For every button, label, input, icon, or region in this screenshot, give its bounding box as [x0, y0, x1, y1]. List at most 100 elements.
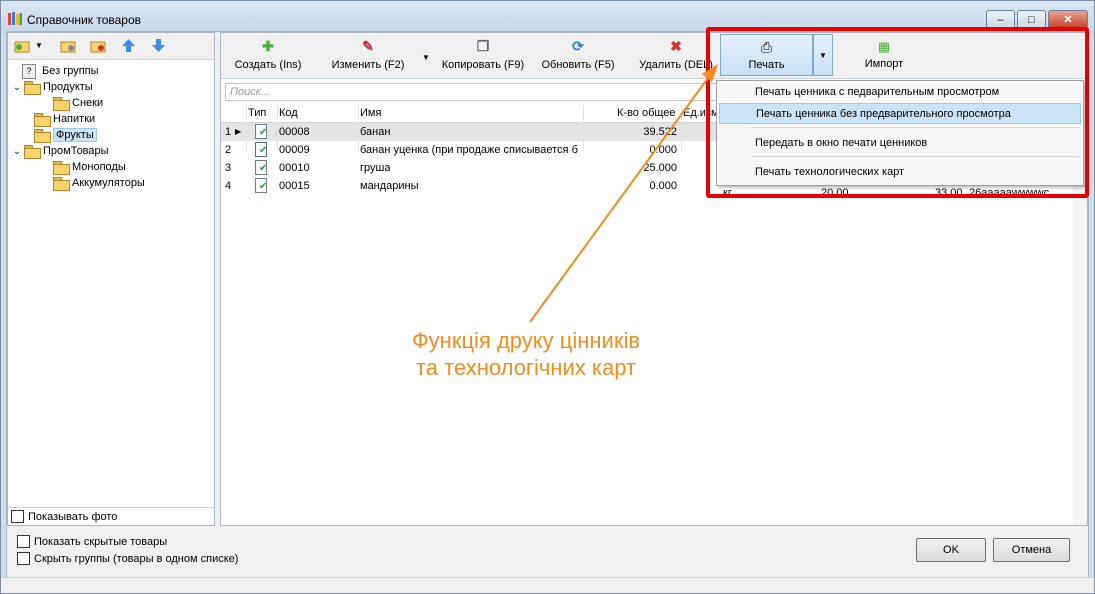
tree-item-batteries[interactable]: Аккумуляторы	[53, 175, 145, 191]
tree-item-label: Продукты	[43, 81, 93, 93]
annotation-line1: Функція друку цінників	[411, 328, 641, 353]
edit-button[interactable]: ✎ Изменить (F2)	[327, 37, 409, 77]
edit-dropdown-icon[interactable]: ▼	[422, 53, 430, 62]
chevron-down-icon[interactable]: ▼	[35, 41, 43, 50]
tree-item-products[interactable]: ⌄ Продукты	[12, 79, 93, 95]
scale-doc-icon	[255, 142, 267, 157]
annotation-text: Функція друку цінників та технологічних …	[376, 327, 676, 381]
cell-name: мандарины	[360, 180, 419, 192]
checkbox-box[interactable]	[11, 510, 24, 523]
ok-button[interactable]: OK	[916, 538, 986, 562]
tree-item-label: ПромТовары	[43, 145, 109, 157]
close-icon: ✕	[1063, 14, 1073, 26]
header-code[interactable]: Код	[279, 107, 298, 119]
delete-folder-icon[interactable]	[90, 38, 107, 53]
tree-item-no-group[interactable]: ? Без группы	[22, 63, 99, 79]
checkbox-box[interactable]	[17, 535, 30, 548]
tree-item-promtovary[interactable]: ⌄ ПромТовары	[12, 143, 109, 159]
cell-name: банан	[360, 126, 391, 138]
tree-item-label: Моноподы	[72, 161, 126, 173]
checkbox-box[interactable]	[17, 552, 30, 565]
create-label: Создать (Ins)	[234, 59, 302, 71]
folder-icon	[53, 161, 70, 175]
column-divider	[277, 105, 278, 151]
tree-item-fruits[interactable]: Фрукты	[34, 127, 97, 143]
tree-item-monopods[interactable]: Моноподы	[53, 159, 126, 175]
annotation-line2: та технологічних карт	[415, 355, 637, 380]
cell-code: 00010	[279, 162, 310, 174]
tree-item-label: Без группы	[42, 65, 99, 77]
column-divider	[583, 105, 584, 151]
window-title: Справочник товаров	[27, 13, 141, 27]
cell-name: груша	[360, 162, 391, 174]
row-number: 2	[225, 144, 232, 156]
maximize-icon: □	[1028, 13, 1035, 26]
refresh-label: Обновить (F5)	[541, 59, 615, 71]
copy-label: Копировать (F9)	[441, 59, 525, 71]
tree-item-label: Напитки	[53, 113, 96, 125]
cancel-button[interactable]: Отмена	[993, 538, 1070, 562]
groups-panel: ▼ ? Без группы ⌄ Продукты Снеки Напитки …	[7, 32, 215, 526]
row-number: 4	[225, 180, 232, 192]
product-doc-icon	[255, 160, 267, 175]
header-name[interactable]: Имя	[360, 107, 381, 119]
refresh-button[interactable]: ⟳ Обновить (F5)	[537, 37, 619, 77]
books-app-icon	[8, 12, 22, 25]
question-doc-icon: ?	[22, 63, 36, 79]
cell-code: 00015	[279, 180, 310, 192]
row-pointer-icon: ▶	[235, 127, 242, 136]
row-number: 1	[225, 126, 232, 138]
expand-icon[interactable]: ⌄	[12, 146, 22, 157]
show-photo-checkbox[interactable]: Показывать фото	[8, 507, 214, 525]
hide-groups-checkbox[interactable]: Скрыть группы (товары в одном списке)	[17, 552, 238, 565]
cell-qty: 39.522	[643, 126, 677, 138]
tree-item-drinks[interactable]: Напитки	[34, 111, 95, 127]
create-button[interactable]: ✚ Создать (Ins)	[227, 37, 309, 77]
header-type[interactable]: Тип	[248, 107, 266, 119]
add-folder-icon[interactable]	[14, 38, 31, 53]
tree-item-label-selected: Фрукты	[53, 128, 97, 142]
hide-groups-label: Скрыть группы (товары в одном списке)	[34, 552, 239, 565]
product-doc-icon	[255, 124, 267, 139]
tree-item-label: Снеки	[72, 97, 104, 109]
expand-icon[interactable]: ⌄	[12, 82, 22, 93]
cell-qty: 0.000	[649, 180, 677, 192]
product-doc-icon	[255, 178, 267, 193]
delete-x-icon: ✖	[670, 37, 682, 54]
column-divider	[246, 105, 247, 151]
search-input[interactable]: Поиск...	[225, 83, 725, 101]
plus-icon: ✚	[262, 37, 274, 54]
copy-button[interactable]: ❐ Копировать (F9)	[435, 37, 531, 77]
folder-icon	[34, 113, 51, 127]
status-bar	[1, 577, 1094, 593]
cell-name: банан уценка (при продаже списывается б	[360, 144, 578, 156]
folder-icon	[24, 145, 41, 159]
tree-item-label: Аккумуляторы	[72, 177, 145, 189]
column-divider	[681, 105, 682, 151]
cell-qty: 0.000	[649, 144, 677, 156]
tree-item-snacks[interactable]: Снеки	[53, 95, 103, 111]
pencil-icon: ✎	[362, 37, 374, 54]
show-photo-label: Показывать фото	[28, 510, 118, 523]
show-hidden-label: Показать скрытые товары	[34, 535, 168, 548]
header-qty[interactable]: К-во общее	[617, 107, 676, 119]
move-down-icon[interactable]	[150, 38, 167, 53]
folder-icon	[24, 81, 41, 95]
cell-code: 00008	[279, 126, 310, 138]
cell-code: 00009	[279, 144, 310, 156]
folder-icon	[53, 177, 70, 191]
cell-qty: 25.000	[643, 162, 677, 174]
column-divider	[358, 105, 359, 151]
edit-label: Изменить (F2)	[331, 59, 405, 71]
move-up-icon[interactable]	[120, 38, 137, 53]
delete-label: Удалить (DEL)	[639, 59, 713, 71]
refresh-icon: ⟳	[572, 37, 584, 54]
groups-toolbar: ▼	[8, 33, 214, 60]
show-hidden-checkbox[interactable]: Показать скрытые товары	[17, 535, 167, 548]
highlight-frame	[706, 27, 1089, 198]
add-subfolder-icon[interactable]	[60, 38, 77, 53]
delete-button[interactable]: ✖ Удалить (DEL)	[635, 37, 717, 77]
row-number: 3	[225, 162, 232, 174]
folder-icon	[34, 129, 51, 143]
folder-icon	[53, 97, 70, 111]
